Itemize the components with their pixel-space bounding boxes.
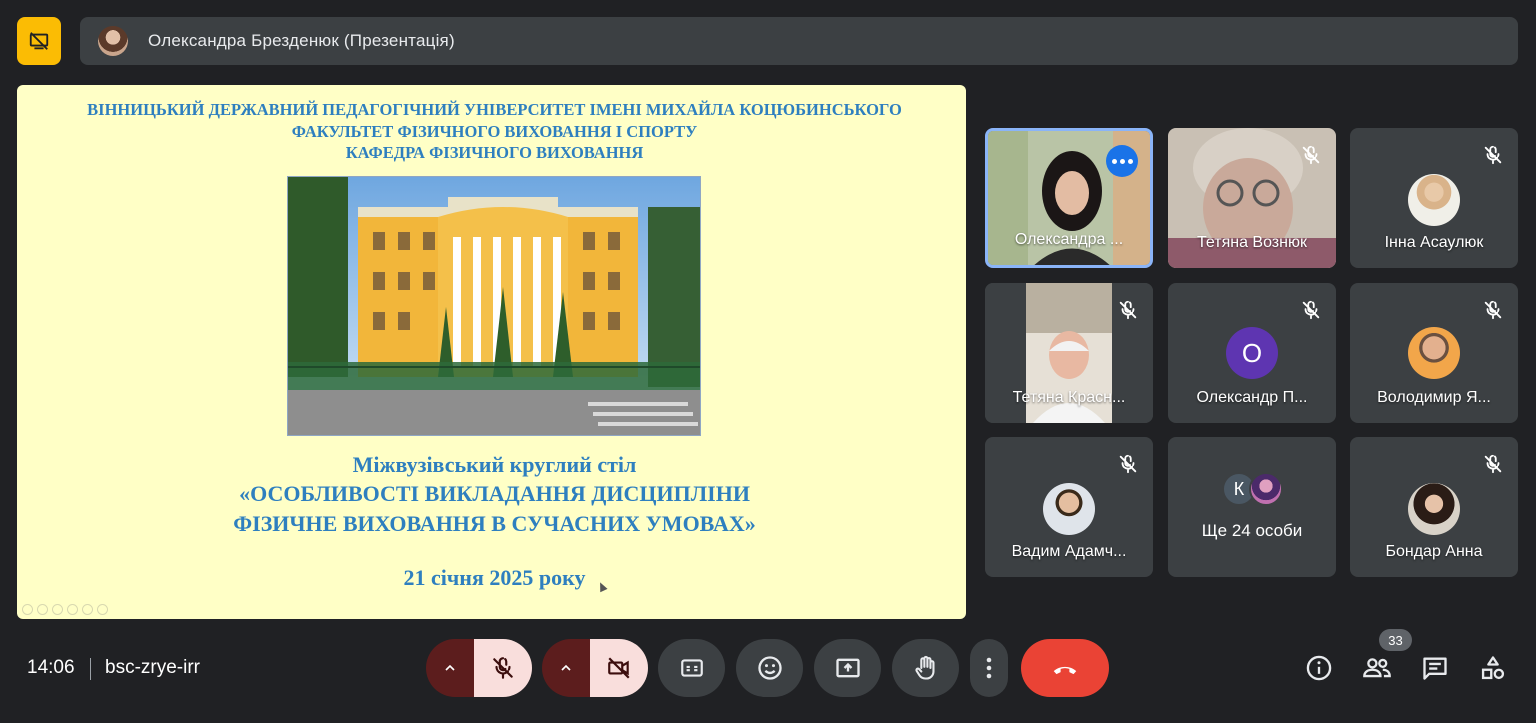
mic-toggle-button[interactable] bbox=[474, 639, 532, 697]
slide-title-line2: «ОСОБЛИВОСТІ ВИКЛАДАННЯ ДИСЦИПЛІНИ bbox=[239, 481, 750, 506]
captions-icon bbox=[680, 659, 703, 677]
people-icon bbox=[1363, 658, 1391, 678]
participant-tile[interactable]: Вадим Адамч... bbox=[985, 437, 1153, 577]
slide-header-university: ВІННИЦЬКИЙ ДЕРЖАВНИЙ ПЕДАГОГІЧНИЙ УНІВЕР… bbox=[87, 100, 902, 119]
meeting-details-button[interactable] bbox=[1301, 650, 1337, 686]
chat-icon bbox=[1423, 657, 1447, 680]
participant-avatar bbox=[1408, 327, 1460, 379]
more-options-icon bbox=[986, 657, 992, 679]
others-tile[interactable]: К Ще 24 особи bbox=[1168, 437, 1336, 577]
divider bbox=[90, 658, 91, 680]
camera-options-button[interactable] bbox=[542, 639, 590, 697]
slide-title-line3: ФІЗИЧНЕ ВИХОВАННЯ В СУЧАСНИХ УМОВАХ» bbox=[233, 511, 756, 536]
meet-window: Олександра Брезденюк (Презентація) ВІННИ… bbox=[0, 0, 1536, 723]
meeting-time: 14:06 bbox=[27, 657, 75, 678]
mic-options-button[interactable] bbox=[426, 639, 474, 697]
people-count-badge: 33 bbox=[1379, 629, 1412, 651]
leave-call-button[interactable] bbox=[1021, 639, 1109, 697]
more-options-button[interactable] bbox=[970, 639, 1008, 697]
chevron-up-icon bbox=[445, 664, 455, 671]
captions-button[interactable] bbox=[658, 639, 725, 697]
participant-name: Тетяна Вознюк bbox=[1197, 234, 1307, 251]
participant-tile[interactable]: Тетяна Красн... bbox=[985, 283, 1153, 423]
participant-tile[interactable]: Тетяна Вознюк bbox=[1168, 128, 1336, 268]
info-icon bbox=[1306, 655, 1332, 681]
others-count-label: Ще 24 особи bbox=[1201, 521, 1303, 540]
activities-icon bbox=[1481, 656, 1505, 680]
participant-tile[interactable]: О Олександр П... bbox=[1168, 283, 1336, 423]
participant-tile[interactable]: Олександра ... bbox=[985, 128, 1153, 268]
present-off-icon bbox=[29, 32, 49, 50]
chevron-up-icon bbox=[561, 664, 571, 671]
next-slide-icon[interactable] bbox=[37, 604, 48, 615]
presentation-slide: ВІННИЦЬКИЙ ДЕРЖАВНИЙ ПЕДАГОГІЧНИЙ УНІВЕР… bbox=[17, 85, 966, 619]
participant-name: Вадим Адамч... bbox=[1011, 543, 1127, 560]
participant-name: Інна Асаулюк bbox=[1384, 234, 1484, 251]
slide-header-department: КАФЕДРА ФІЗИЧНОГО ВИХОВАННЯ bbox=[345, 143, 644, 162]
participant-avatar bbox=[1408, 174, 1460, 226]
mic-off-icon bbox=[493, 657, 513, 679]
meeting-code: bsc-zrye-irr bbox=[105, 657, 200, 678]
present-screen-button[interactable] bbox=[814, 639, 881, 697]
slide-toolbar[interactable] bbox=[22, 604, 108, 615]
present-screen-icon bbox=[835, 658, 860, 678]
end-call-icon bbox=[1053, 666, 1077, 675]
people-button[interactable] bbox=[1359, 650, 1395, 686]
slide-header: ВІННИЦЬКИЙ ДЕРЖАВНИЙ ПЕДАГОГІЧНИЙ УНІВЕР… bbox=[17, 99, 966, 164]
more-slide-options-icon[interactable] bbox=[97, 604, 108, 615]
slide-header-faculty: ФАКУЛЬТЕТ ФІЗИЧНОГО ВИХОВАННЯ І СПОРТУ bbox=[291, 121, 698, 141]
participant-avatar: О bbox=[1226, 327, 1278, 379]
activities-button[interactable] bbox=[1475, 650, 1511, 686]
presentation-banner: Олександра Брезденюк (Презентація) bbox=[80, 17, 1518, 65]
prev-slide-icon[interactable] bbox=[22, 604, 33, 615]
participant-avatar bbox=[1408, 483, 1460, 535]
university-building-photo bbox=[287, 176, 701, 436]
grid-icon[interactable] bbox=[67, 604, 78, 615]
camera-off-icon bbox=[608, 657, 630, 679]
mic-off-icon bbox=[1484, 300, 1502, 320]
mic-off-icon bbox=[1484, 454, 1502, 474]
mic-off-icon bbox=[1119, 454, 1137, 474]
participant-name: Тетяна Красн... bbox=[1012, 389, 1126, 406]
participant-name: Олександр П... bbox=[1196, 389, 1308, 406]
slide-title: Міжвузівський круглий стіл «ОСОБЛИВОСТІ … bbox=[17, 451, 966, 539]
participant-name: Олександра ... bbox=[1014, 231, 1124, 248]
participant-tile[interactable]: Володимир Я... bbox=[1350, 283, 1518, 423]
chat-button[interactable] bbox=[1417, 650, 1453, 686]
presenter-avatar bbox=[98, 26, 128, 56]
participant-name: Володимир Я... bbox=[1377, 389, 1491, 406]
emoji-button[interactable] bbox=[736, 639, 803, 697]
presenter-title: Олександра Брезденюк (Презентація) bbox=[148, 31, 455, 50]
mic-off-icon bbox=[1302, 145, 1320, 165]
raise-hand-icon bbox=[914, 655, 935, 680]
camera-toggle-button[interactable] bbox=[590, 639, 648, 697]
emoji-icon bbox=[757, 656, 782, 680]
participant-tile[interactable]: Бондар Анна bbox=[1350, 437, 1518, 577]
slide-title-line1: Міжвузівський круглий стіл bbox=[352, 452, 637, 477]
others-avatars: К bbox=[1222, 472, 1286, 506]
mic-off-icon bbox=[1302, 300, 1320, 320]
participant-avatar bbox=[1043, 483, 1095, 535]
participant-avatar bbox=[1249, 472, 1283, 506]
zoom-icon[interactable] bbox=[82, 604, 93, 615]
pen-icon[interactable] bbox=[52, 604, 63, 615]
mic-off-icon bbox=[1484, 145, 1502, 165]
raise-hand-button[interactable] bbox=[892, 639, 959, 697]
mic-off-icon bbox=[1119, 300, 1137, 320]
more-options-button[interactable] bbox=[1106, 145, 1138, 177]
slide-date: 21 січня 2025 року bbox=[403, 565, 586, 590]
stop-presenting-button[interactable] bbox=[17, 17, 61, 65]
participant-tile[interactable]: Інна Асаулюк bbox=[1350, 128, 1518, 268]
participant-name: Бондар Анна bbox=[1385, 543, 1483, 560]
